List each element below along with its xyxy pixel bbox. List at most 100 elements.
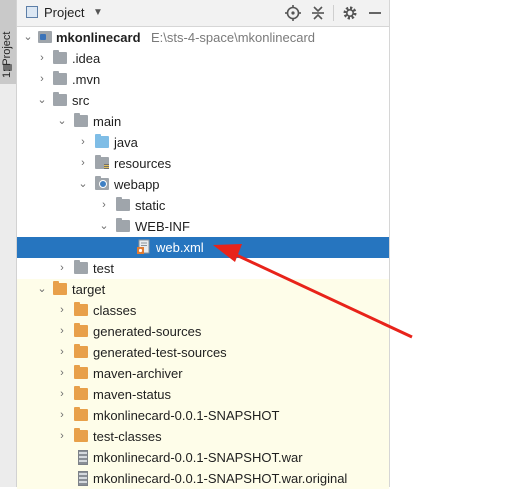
collapse-all-icon[interactable] (308, 3, 328, 23)
tree-row-label: .mvn (72, 72, 101, 87)
project-tool-tab[interactable]: 1: Project (0, 0, 16, 84)
tree-row-label: static (135, 198, 166, 213)
tree-row-label: test (93, 261, 114, 276)
tree-row-label: mkonlinecard-0.0.1-SNAPSHOT (93, 408, 280, 423)
hide-icon[interactable] (365, 3, 385, 23)
tree-row-snapshot-folder[interactable]: › mkonlinecard-0.0.1-SNAPSHOT (17, 405, 389, 426)
tree-row-generated-sources[interactable]: › generated-sources (17, 321, 389, 342)
tree-row-label: test-classes (93, 429, 162, 444)
chevron-down-icon[interactable]: ▼ (93, 7, 103, 18)
tree-row-label: resources (114, 156, 172, 171)
chevron-right-icon[interactable]: › (56, 324, 68, 338)
tree-row-resources[interactable]: › resources (17, 153, 389, 174)
tree-row-static[interactable]: › static (17, 195, 389, 216)
tree-row-main[interactable]: ⌄ main (17, 111, 389, 132)
tree-row-war[interactable]: mkonlinecard-0.0.1-SNAPSHOT.war (17, 447, 389, 468)
tree-row-label: webapp (114, 177, 160, 192)
tree-row-test-classes[interactable]: › test-classes (17, 426, 389, 447)
tree-row-label: main (93, 114, 122, 129)
editor-empty-area (390, 0, 529, 487)
tree-row-maven-archiver[interactable]: › maven-archiver (17, 363, 389, 384)
resources-folder-icon (95, 155, 109, 169)
folder-icon (74, 260, 88, 274)
tree-row-webapp[interactable]: ⌄ webapp (17, 174, 389, 195)
source-folder-icon (95, 134, 109, 148)
tree-row-label: .idea (72, 51, 101, 66)
excluded-folder-icon (74, 344, 88, 358)
tree-row-label: mkonlinecard (56, 30, 141, 45)
excluded-folder-icon (53, 281, 67, 295)
chevron-right-icon[interactable]: › (77, 156, 89, 170)
tree-row-war-original[interactable]: mkonlinecard-0.0.1-SNAPSHOT.war.original (17, 468, 389, 489)
locate-icon[interactable] (283, 3, 303, 23)
project-panel: Project ▼ ⌄ mkonlinecard E:\sts-4-space\… (17, 0, 405, 489)
project-panel-header: Project ▼ (17, 0, 389, 27)
tree-row-src[interactable]: ⌄ src (17, 90, 389, 111)
tree-row-label: maven-archiver (93, 366, 183, 381)
folder-icon (53, 92, 67, 106)
chevron-right-icon[interactable]: › (56, 408, 68, 422)
chevron-right-icon[interactable]: › (56, 429, 68, 443)
project-path: E:\sts-4-space\mkonlinecard (151, 30, 316, 45)
tool-window-strip: 1: Project (0, 0, 17, 487)
folder-icon (74, 113, 88, 127)
tree-row-test[interactable]: › test (17, 258, 389, 279)
excluded-folder-icon (74, 302, 88, 316)
excluded-folder-icon (74, 428, 88, 442)
xml-file-icon (137, 239, 151, 255)
tree-row-java[interactable]: › java (17, 132, 389, 153)
tree-row-label: generated-sources (93, 324, 202, 339)
chevron-right-icon[interactable]: › (56, 366, 68, 380)
chevron-right-icon[interactable]: › (77, 135, 89, 149)
tree-row-mvn[interactable]: › .mvn (17, 69, 389, 90)
folder-icon (116, 197, 130, 211)
chevron-down-icon[interactable]: ⌄ (98, 219, 110, 233)
folder-icon (53, 71, 67, 85)
archive-file-icon (78, 471, 88, 486)
excluded-folder-icon (74, 323, 88, 337)
chevron-right-icon[interactable]: › (56, 345, 68, 359)
chevron-right-icon[interactable]: › (36, 51, 48, 65)
tree-row-label: mkonlinecard-0.0.1-SNAPSHOT.war.original (93, 471, 348, 486)
chevron-down-icon[interactable]: ⌄ (22, 30, 34, 44)
chevron-down-icon[interactable]: ⌄ (36, 282, 48, 296)
settings-icon[interactable] (340, 3, 360, 23)
tree-row-maven-status[interactable]: › maven-status (17, 384, 389, 405)
panel-title[interactable]: Project (44, 5, 84, 20)
folder-icon (53, 50, 67, 64)
tree-row-web-inf[interactable]: ⌄ WEB-INF (17, 216, 389, 237)
tree-row-label: java (114, 135, 138, 150)
chevron-down-icon[interactable]: ⌄ (77, 177, 89, 191)
tree-row-label: target (72, 282, 106, 297)
excluded-folder-icon (74, 386, 88, 400)
tree-row-project-root[interactable]: ⌄ mkonlinecard E:\sts-4-space\mkonlineca… (17, 27, 389, 48)
tree-row-label: maven-status (93, 387, 172, 402)
tree-row-label: mkonlinecard-0.0.1-SNAPSHOT.war (93, 450, 303, 465)
excluded-folder-icon (74, 407, 88, 421)
tree-row-label: web.xml (156, 240, 204, 255)
chevron-down-icon[interactable]: ⌄ (36, 93, 48, 107)
tree-row-label: classes (93, 303, 137, 318)
tree-row-label: generated-test-sources (93, 345, 227, 360)
tree-row-classes[interactable]: › classes (17, 300, 389, 321)
excluded-folder-icon (74, 365, 88, 379)
folder-icon (116, 218, 130, 232)
tree-row-label: WEB-INF (135, 219, 190, 234)
chevron-right-icon[interactable]: › (36, 72, 48, 86)
tree-row-idea[interactable]: › .idea (17, 48, 389, 69)
header-divider (333, 5, 334, 21)
module-folder-icon (38, 31, 52, 43)
tree-row-web-xml[interactable]: web.xml (17, 237, 389, 258)
tree-row-label: src (72, 93, 90, 108)
project-view-icon (26, 6, 38, 18)
tree-row-generated-test-sources[interactable]: › generated-test-sources (17, 342, 389, 363)
web-folder-icon (95, 176, 109, 190)
project-tool-tab-label: 1: Project (1, 31, 13, 78)
archive-file-icon (78, 450, 88, 465)
chevron-right-icon[interactable]: › (56, 261, 68, 275)
chevron-right-icon[interactable]: › (98, 198, 110, 212)
chevron-right-icon[interactable]: › (56, 387, 68, 401)
chevron-down-icon[interactable]: ⌄ (56, 114, 68, 128)
tree-row-target[interactable]: ⌄ target (17, 279, 389, 300)
chevron-right-icon[interactable]: › (56, 303, 68, 317)
